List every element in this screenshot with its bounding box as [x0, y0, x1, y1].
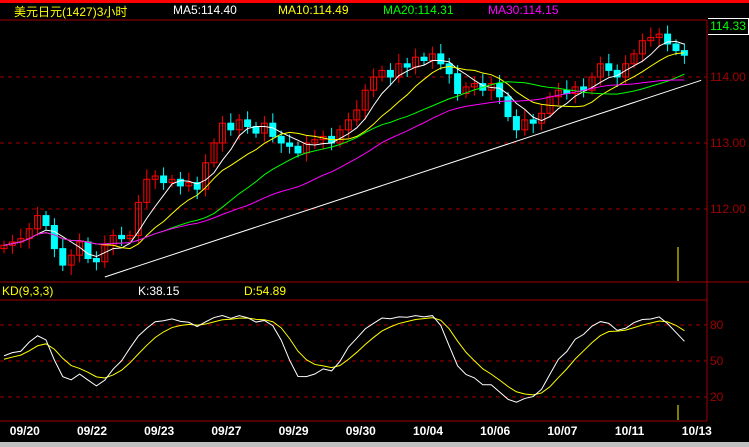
bottom-scrollbar[interactable] — [0, 442, 749, 447]
date-label: 09/20 — [10, 424, 40, 438]
candle-body — [59, 248, 67, 266]
date-label: 09/23 — [144, 424, 174, 438]
date-label: 09/22 — [77, 424, 107, 438]
date-label: 10/06 — [480, 424, 510, 438]
date-label: 10/07 — [547, 424, 577, 438]
date-label: 09/29 — [279, 424, 309, 438]
d-line — [3, 317, 685, 396]
candle-body — [437, 53, 445, 65]
stock-chart-window: 美元日元(1427)3小时 MA5:114.40 MA10:114.49 MA2… — [0, 0, 749, 447]
candle-body — [244, 119, 252, 128]
price-tick-label: 113.00 — [710, 136, 746, 150]
candle-body — [294, 145, 302, 154]
kd-tick-label: 20 — [710, 390, 724, 404]
date-label: 09/27 — [211, 424, 241, 438]
date-label: 09/30 — [346, 424, 376, 438]
candle-body — [92, 258, 100, 263]
candle-body — [420, 56, 428, 62]
trendline — [104, 79, 702, 278]
date-label: 10/04 — [413, 424, 443, 438]
candle-body — [227, 122, 235, 131]
ma5-line — [3, 40, 685, 258]
chart-canvas[interactable]: 114.00 113.00 112.00 80 50 20 09/20 09/22 09/23 0… — [0, 0, 749, 447]
candle-body — [504, 96, 512, 118]
k-line — [3, 315, 685, 403]
candle-body — [84, 241, 92, 259]
candle-body — [445, 63, 453, 75]
candle-body — [672, 43, 680, 52]
candle-body — [605, 63, 613, 71]
candle-body — [160, 175, 168, 184]
ma10-line — [3, 52, 685, 250]
candle-body — [118, 234, 126, 240]
candle-body — [269, 122, 277, 137]
ma30-line — [3, 79, 685, 246]
candle-body — [42, 215, 50, 227]
kd-tick-label: 50 — [710, 354, 724, 368]
date-label: 10/11 — [615, 424, 645, 438]
candle-body — [277, 135, 285, 144]
price-tick-label: 114.00 — [710, 70, 746, 84]
price-tick-label: 112.00 — [710, 202, 746, 216]
candle-body — [386, 69, 394, 78]
kd-tick-label: 80 — [710, 318, 724, 332]
candle-body — [50, 225, 58, 250]
candle-body — [286, 142, 294, 147]
ma20-line — [3, 73, 685, 246]
candle-body — [454, 73, 462, 94]
candle-body — [403, 63, 411, 68]
candle-body — [512, 116, 520, 131]
date-label: 10/13 — [682, 424, 712, 438]
candle-body — [529, 119, 537, 124]
